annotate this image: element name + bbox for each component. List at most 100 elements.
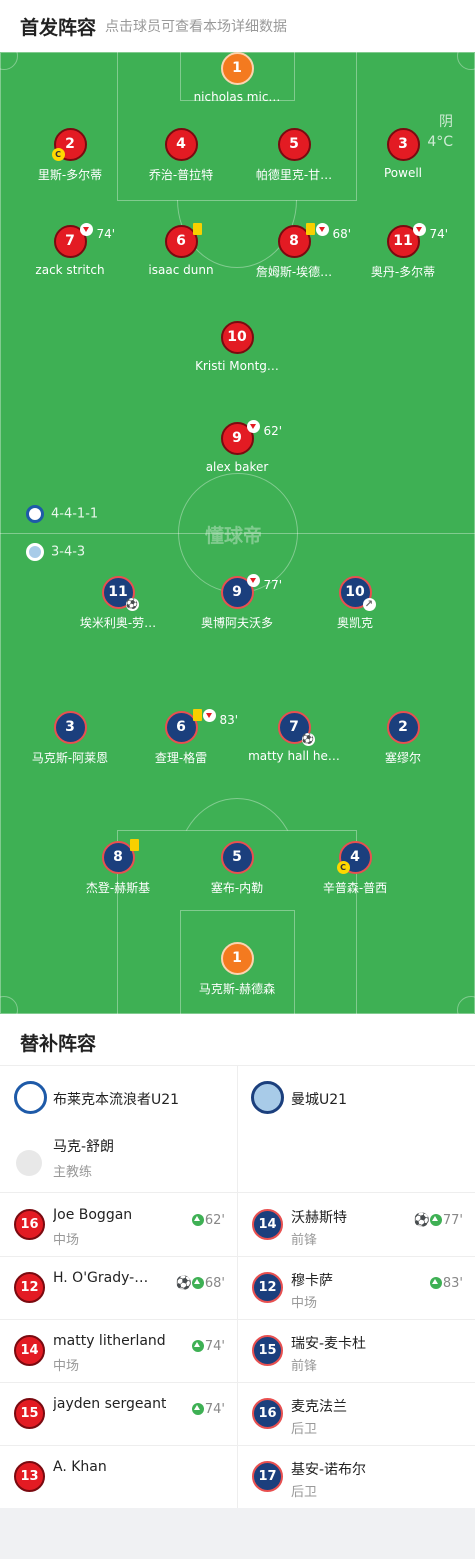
away-player-10[interactable]: 10 ↗ 奥凯克: [295, 576, 415, 631]
player-name: 杰登-赫斯基: [85, 881, 151, 895]
player-number: 6: [176, 719, 186, 735]
player-name: Kristi Montg…: [195, 359, 279, 373]
away-formation: 3-4-3: [26, 543, 85, 561]
away-player-5[interactable]: 5 塞布-内勒: [177, 841, 297, 896]
player-name: 塞布-内勒: [210, 881, 264, 895]
player-name: isaac dunn: [148, 263, 214, 277]
player-name: nicholas mic…: [193, 90, 281, 104]
yellow-card-icon: [305, 223, 315, 235]
away-player-9[interactable]: 9 77' 奥博阿夫沃多: [177, 574, 297, 631]
home-player-4[interactable]: 4 乔治-普拉特: [121, 128, 241, 183]
sub-off-icon: [246, 420, 260, 433]
away-player-6[interactable]: 6 83' 查理-格雷: [121, 709, 241, 766]
home-team-name[interactable]: 布莱克本流浪者U21: [53, 1089, 179, 1109]
sub-number: 14: [252, 1209, 283, 1240]
sub-name: matty litherland: [53, 1333, 166, 1349]
coach-name[interactable]: 马克-舒朗: [53, 1136, 114, 1156]
sub-minute: 74': [204, 1339, 225, 1354]
player-name: 辛普森-普西: [322, 881, 388, 895]
sub-name: 麦克法兰: [291, 1399, 347, 1415]
player-name: 奥凯克: [336, 616, 373, 630]
sub-row[interactable]: 14 沃赫斯特 前锋 ⚽ 77': [238, 1193, 475, 1256]
player-number: 4: [350, 849, 360, 865]
player-number: 2: [386, 711, 420, 744]
sub-on-icon: [429, 1276, 442, 1289]
sub-minute: 83': [442, 1276, 463, 1291]
sub-minute: 77': [263, 578, 283, 592]
home-crest-icon: [14, 1081, 47, 1114]
away-player-7[interactable]: 7 ⚽ matty hall he…: [234, 711, 354, 763]
sub-row[interactable]: 15 瑞安-麦卡杜 前锋: [238, 1319, 475, 1382]
sub-on-icon: [191, 1402, 204, 1415]
away-player-4[interactable]: 4C 辛普森-普西: [295, 841, 415, 896]
sub-row[interactable]: 17 基安-诺布尔 后卫: [238, 1445, 475, 1508]
home-player-2[interactable]: 2C 里斯-多尔蒂: [10, 128, 130, 183]
player-number: 2: [65, 136, 75, 152]
home-player-11[interactable]: 11 74' 奥丹-多尔蒂: [343, 223, 463, 280]
player-number: 6: [176, 233, 186, 249]
home-crest-icon: [26, 505, 44, 523]
player-number: 11: [393, 233, 413, 249]
player-name: 塞缪尔: [384, 751, 421, 765]
sub-minute: 74': [204, 1402, 225, 1417]
away-player-2[interactable]: 2 塞缪尔: [343, 711, 463, 766]
away-player-11[interactable]: 11 ⚽ 埃米利奥-劳…: [58, 576, 178, 631]
player-name: alex baker: [205, 460, 269, 474]
player-name: zack stritch: [35, 263, 105, 277]
sub-number: 13: [14, 1461, 45, 1492]
away-player-3[interactable]: 3 马克斯-阿莱恩: [10, 711, 130, 766]
sub-row[interactable]: 12 H. O'Grady-… ⚽ 68': [0, 1256, 237, 1319]
home-formation: 4-4-1-1: [26, 505, 98, 523]
away-team-name[interactable]: 曼城U21: [291, 1089, 347, 1109]
home-player-3[interactable]: 3 Powell: [343, 128, 463, 180]
player-number: 10: [345, 584, 365, 600]
home-player-8[interactable]: 8 68' 詹姆斯-埃德…: [234, 223, 354, 280]
player-name: Powell: [383, 166, 422, 180]
sub-name: A. Khan: [53, 1459, 107, 1475]
sub-row[interactable]: 14 matty litherland 中场 74': [0, 1319, 237, 1382]
assist-boot-icon: ↗: [362, 598, 376, 611]
sub-row[interactable]: 16 Joe Boggan 中场 62': [0, 1193, 237, 1256]
player-name: 里斯-多尔蒂: [37, 168, 103, 182]
home-player-10[interactable]: 10 Kristi Montg…: [177, 321, 297, 373]
away-crest-icon: [251, 1081, 284, 1114]
sub-row[interactable]: 13 A. Khan: [0, 1445, 237, 1508]
goal-ball-icon: ⚽: [175, 1276, 192, 1291]
home-player-7[interactable]: 7 74' zack stritch: [10, 223, 130, 277]
away-player-1[interactable]: 1 马克斯-赫德森: [177, 942, 297, 997]
sub-position: 后卫: [291, 1422, 318, 1437]
player-name: 乔治-普拉特: [148, 168, 214, 182]
sub-row[interactable]: 12 穆卡萨 中场 83': [238, 1256, 475, 1319]
sub-minute: 62': [263, 424, 283, 438]
player-number: 3: [53, 711, 87, 744]
pitch: 阴 4°C 懂球帝 4-4-1-1 3-4-3 1 nicholas mic… …: [0, 52, 475, 1014]
subs-title: 替补阵容: [20, 1033, 97, 1055]
away-player-8[interactable]: 8 杰登-赫斯基: [58, 839, 178, 896]
sub-position: 中场: [53, 1359, 80, 1374]
yellow-card-icon: [192, 223, 202, 235]
home-player-1[interactable]: 1 nicholas mic…: [177, 52, 297, 104]
home-player-6[interactable]: 6 isaac dunn: [121, 223, 241, 277]
sub-on-icon: [191, 1276, 204, 1289]
sub-position: 后卫: [291, 1485, 318, 1500]
sub-off-icon: [202, 709, 216, 722]
sub-name: H. O'Grady-…: [53, 1270, 149, 1286]
sub-minute: 77': [442, 1213, 463, 1228]
sub-number: 17: [252, 1461, 283, 1492]
home-player-5[interactable]: 5 帕德里克-甘…: [234, 128, 354, 183]
away-crest-icon: [26, 543, 44, 561]
home-player-9[interactable]: 9 62' alex baker: [177, 420, 297, 474]
sub-row[interactable]: 16 麦克法兰 后卫: [238, 1382, 475, 1445]
sub-name: Joe Boggan: [53, 1207, 133, 1223]
player-name: 马克斯-阿莱恩: [31, 751, 109, 765]
player-number: 1: [220, 52, 254, 85]
sub-minute: 68': [204, 1276, 225, 1291]
player-name: 奥丹-多尔蒂: [370, 265, 436, 279]
substitutes-section: 替补阵容 布莱克本流浪者U21 曼城U21 马克-舒朗 主教练 16 Joe B…: [0, 1014, 475, 1508]
sub-name: 沃赫斯特: [291, 1210, 347, 1226]
sub-number: 16: [252, 1398, 283, 1429]
sub-row[interactable]: 15 jayden sergeant 74': [0, 1382, 237, 1445]
player-name: 奥博阿夫沃多: [200, 616, 273, 630]
player-number: 7: [65, 233, 75, 249]
goal-ball-icon: ⚽: [301, 733, 315, 746]
